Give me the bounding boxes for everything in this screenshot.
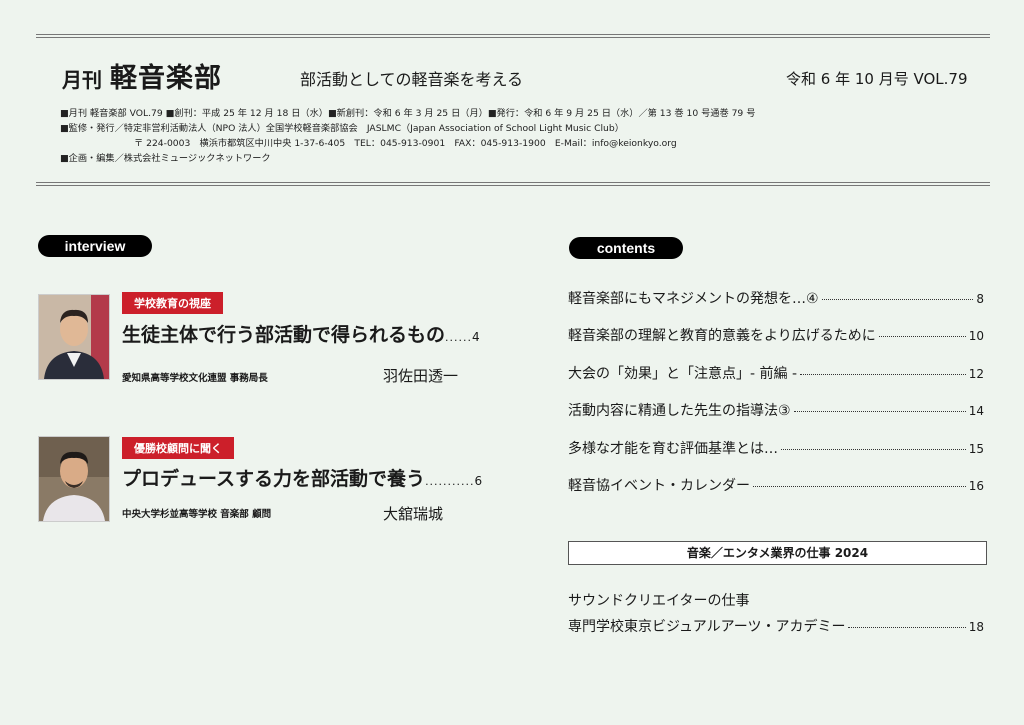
leader-dots <box>753 486 966 487</box>
interview-person-1: 羽佐田透一 <box>383 367 459 385</box>
interviewee-photo-2 <box>38 436 110 522</box>
contents-item-2[interactable]: 軽音楽部の理解と教育的意義をより広げるために 10 <box>568 325 984 345</box>
info-line-2: ■監修・発行／特定非営利活動法人（NPO 法人）全国学校軽音楽部協会 JASLM… <box>60 123 624 134</box>
interview-affiliation-1: 愛知県高等学校文化連盟 事務局長 <box>122 373 268 384</box>
info-line-3: 〒 224-0003 横浜市都筑区中川中央 1-37-6-405 TEL：045… <box>134 138 677 149</box>
special-item[interactable]: 専門学校東京ビジュアルアーツ・アカデミー 18 <box>568 616 984 636</box>
special-line-2: 専門学校東京ビジュアルアーツ・アカデミー <box>568 619 846 635</box>
interview-page-1: 4 <box>472 330 480 344</box>
leader-dots <box>848 627 966 628</box>
interview-dots-2: ........... <box>425 475 475 488</box>
top-rule-2 <box>36 37 990 38</box>
interview-title-2[interactable]: プロデュースする力を部活動で養う...........6 <box>122 464 482 491</box>
magazine-title: 月刊 軽音楽部 <box>62 56 222 95</box>
person-icon <box>39 437 109 521</box>
magazine-prefix: 月刊 <box>62 68 102 92</box>
magazine-name: 軽音楽部 <box>110 63 222 94</box>
interview-label: interview <box>38 235 152 257</box>
tagline: 部活動としての軽音楽を考える <box>300 70 524 89</box>
contents-title-2: 軽音楽部の理解と教育的意義をより広げるために <box>568 328 876 344</box>
issue-number: 令和 6 年 10 月号 VOL.79 <box>786 70 968 88</box>
top-rule-1 <box>36 34 990 35</box>
contents-title-5: 多様な才能を育む評価基準とは… <box>568 441 778 457</box>
contents-page-6: 16 <box>968 479 984 493</box>
interview-badge-2: 優勝校顧問に聞く <box>122 437 234 459</box>
leader-dots <box>821 299 974 300</box>
contents-page-2: 10 <box>968 329 984 343</box>
leader-dots <box>781 449 966 450</box>
contents-title-1: 軽音楽部にもマネジメントの発想を…④ <box>568 291 819 307</box>
interview-title-text-1: 生徒主体で行う部活動で得られるもの <box>122 324 446 346</box>
contents-item-4[interactable]: 活動内容に精通した先生の指導法③ 14 <box>568 400 984 420</box>
interview-title-1[interactable]: 生徒主体で行う部活動で得られるもの......4 <box>122 320 480 347</box>
contents-item-5[interactable]: 多様な才能を育む評価基準とは… 15 <box>568 438 984 458</box>
contents-page-3: 12 <box>968 367 984 381</box>
interview-dots-1: ...... <box>445 331 472 344</box>
contents-item-6[interactable]: 軽音協イベント・カレンダー 16 <box>568 475 984 495</box>
contents-item-3[interactable]: 大会の「効果」と「注意点」- 前編 - 12 <box>568 363 984 383</box>
special-heading: 音楽／エンタメ業界の仕事 2024 <box>568 541 987 565</box>
contents-label: contents <box>569 237 683 259</box>
special-line-1: サウンドクリエイターの仕事 <box>568 593 750 609</box>
info-line-1: ■月刊 軽音楽部 VOL.79 ■創刊：平成 25 年 12 月 18 日（水）… <box>60 108 756 119</box>
info-line-4: ■企画・編集／株式会社ミュージックネットワーク <box>60 153 271 164</box>
leader-dots <box>878 336 966 337</box>
interview-person-2: 大舘瑞城 <box>383 505 444 523</box>
leader-dots <box>793 411 966 412</box>
contents-page-5: 15 <box>968 442 984 456</box>
interview-page-2: 6 <box>474 474 483 488</box>
leader-dots <box>800 374 966 375</box>
interviewee-photo-1 <box>38 294 110 380</box>
header-bottom-rule-2 <box>36 185 990 186</box>
contents-page-4: 14 <box>968 404 984 418</box>
interview-badge-1: 学校教育の視座 <box>122 292 223 314</box>
interview-affiliation-2: 中央大学杉並高等学校 音楽部 顧問 <box>122 509 272 520</box>
interview-title-text-2: プロデュースする力を部活動で養う <box>122 468 426 490</box>
contents-title-3: 大会の「効果」と「注意点」- 前編 - <box>568 366 798 382</box>
contents-title-6: 軽音協イベント・カレンダー <box>568 478 750 494</box>
special-page: 18 <box>968 620 984 634</box>
person-icon <box>39 295 109 379</box>
contents-title-4: 活動内容に精通した先生の指導法③ <box>568 403 791 419</box>
contents-page-1: 8 <box>976 292 984 306</box>
header-bottom-rule-1 <box>36 182 990 183</box>
contents-item-1[interactable]: 軽音楽部にもマネジメントの発想を…④ 8 <box>568 288 984 308</box>
